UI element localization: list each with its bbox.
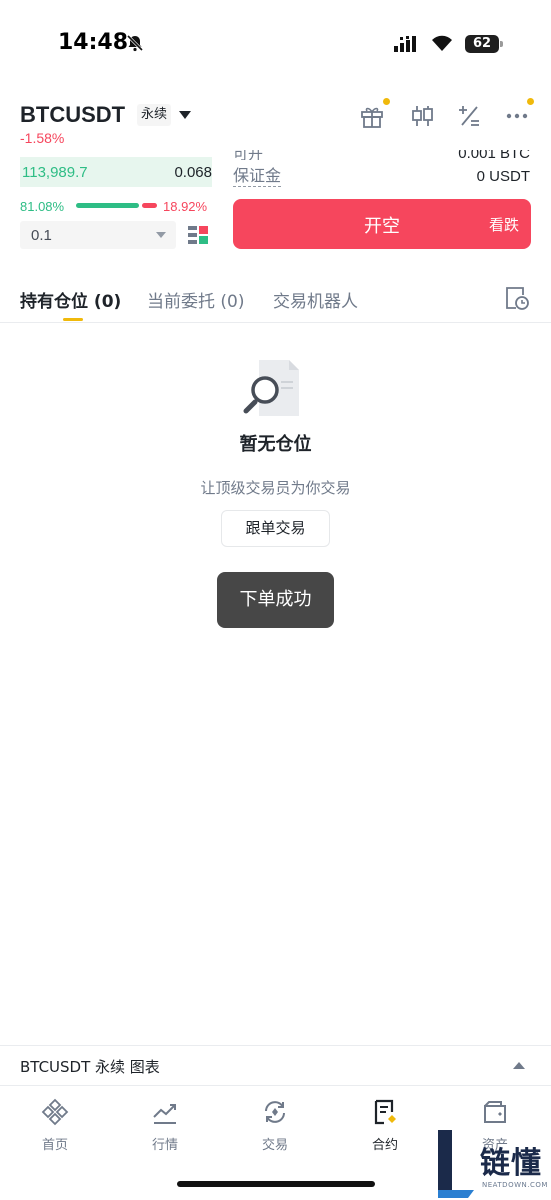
open-short-label: 开空: [364, 216, 400, 236]
chevron-up-icon[interactable]: [513, 1062, 525, 1069]
gift-icon[interactable]: [359, 103, 385, 129]
toast-message: 下单成功: [217, 572, 334, 628]
battery-tip: [500, 41, 503, 47]
empty-state-title: 暂无仓位: [239, 434, 312, 455]
nav-futures-label: 合约: [371, 1138, 398, 1153]
buy-ratio: 81.08%: [20, 199, 65, 214]
chart-toggle-label[interactable]: BTCUSDT 永续 图表: [20, 1056, 160, 1077]
chart-bar-divider: [0, 1045, 551, 1046]
order-book-layout-icon[interactable]: [187, 224, 209, 246]
signal-icon: [394, 36, 416, 52]
wifi-icon: [432, 35, 452, 51]
home-icon: [41, 1098, 69, 1126]
watermark-text: 链懂: [480, 1146, 542, 1181]
wallet-icon: [484, 1101, 506, 1123]
nav-home[interactable]: 首页: [0, 1092, 110, 1162]
bell-muted-icon: [126, 34, 144, 52]
more-icon[interactable]: [504, 103, 530, 129]
buy-ratio-bar: [76, 203, 139, 208]
depth-precision-value: 0.1: [31, 227, 52, 244]
nav-markets-label: 行情: [151, 1138, 178, 1153]
price-change-pct: -1.58%: [20, 130, 65, 146]
tab-positions[interactable]: 持有仓位 (0): [20, 287, 121, 312]
nav-trade-label: 交易: [261, 1138, 288, 1153]
status-time: 14:48: [58, 30, 129, 55]
nav-markets[interactable]: 行情: [110, 1092, 220, 1162]
depth-precision-select[interactable]: 0.1: [20, 221, 176, 249]
battery-indicator: 62: [465, 35, 499, 53]
empty-state-subtitle: 让顶级交易员为你交易: [200, 479, 351, 497]
copy-trading-button[interactable]: 跟单交易: [221, 510, 330, 547]
chevron-down-icon: [156, 232, 166, 238]
watermark-subtext: NEATDOWN.COM: [482, 1181, 548, 1189]
available-label: 可开: [233, 150, 264, 160]
empty-search-icon: [243, 360, 299, 416]
nav-home-label: 首页: [41, 1138, 68, 1153]
sell-ratio: 18.92%: [163, 199, 208, 214]
calculator-icon[interactable]: [456, 103, 482, 129]
nav-futures[interactable]: 合约: [330, 1092, 440, 1162]
home-indicator: [177, 1181, 375, 1187]
markets-icon: [153, 1104, 176, 1124]
order-book-row[interactable]: 113,989.7 0.068: [20, 157, 212, 187]
contract-type-badge[interactable]: 永续: [137, 104, 172, 126]
order-book-price: 113,989.7: [22, 164, 88, 181]
tab-open-orders[interactable]: 当前委托 (0): [147, 287, 244, 312]
order-history-icon[interactable]: [504, 285, 530, 311]
margin-value: 0 USDT: [476, 168, 530, 185]
open-short-button[interactable]: 开空 看跌: [233, 199, 531, 249]
open-short-sublabel: 看跌: [488, 217, 519, 234]
more-notification-dot: [527, 98, 534, 105]
active-tab-indicator: [63, 318, 83, 321]
sell-ratio-bar: [142, 203, 157, 208]
trade-icon: [265, 1101, 285, 1123]
symbol-title[interactable]: BTCUSDT: [20, 102, 125, 128]
candlestick-chart-icon[interactable]: [409, 103, 435, 129]
status-bar: 14:48 62: [0, 0, 551, 90]
nav-trade[interactable]: 交易: [220, 1092, 330, 1162]
margin-label[interactable]: 保证金: [233, 166, 282, 187]
futures-icon: [374, 1099, 396, 1125]
gift-notification-dot: [383, 98, 390, 105]
symbol-dropdown-icon[interactable]: [179, 111, 191, 119]
order-book-qty: 0.068: [174, 164, 212, 181]
bottom-nav-divider: [0, 1085, 551, 1086]
tab-trading-bots[interactable]: 交易机器人: [273, 287, 358, 312]
tabs-divider: [0, 322, 551, 323]
available-value: 0.001 BTC: [458, 150, 530, 160]
